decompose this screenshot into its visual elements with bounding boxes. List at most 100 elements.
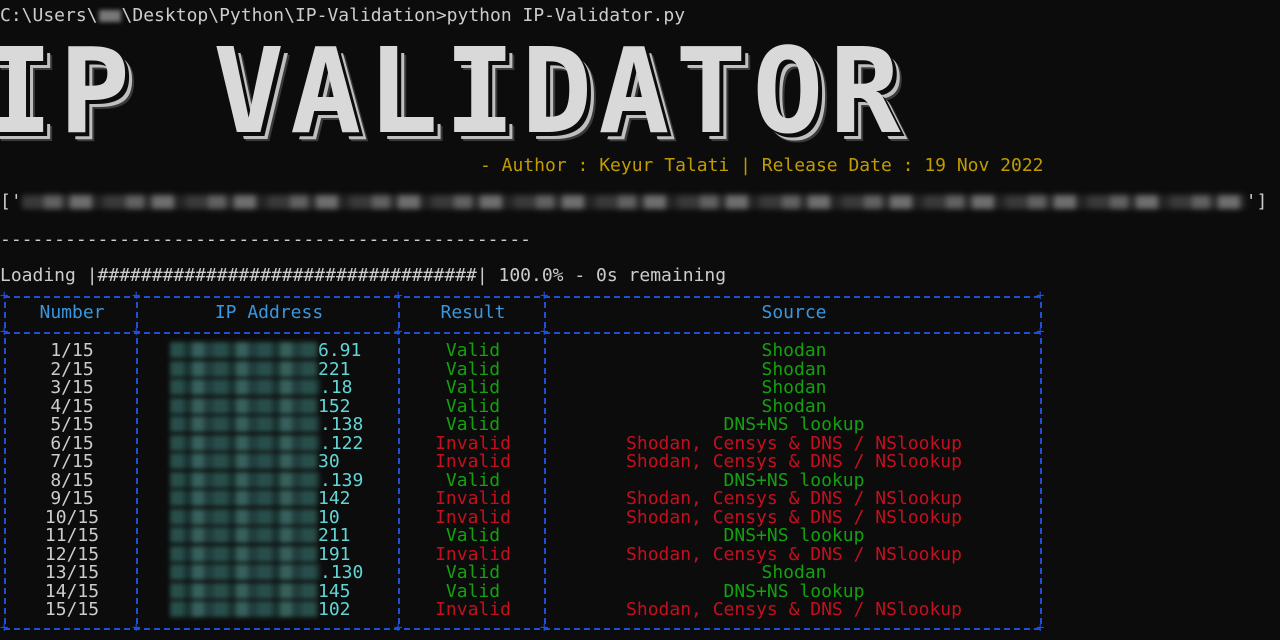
redacted-list-line: [' '] [0,192,1267,212]
cell-number: 5/15 [50,414,94,435]
list-close: '] [1245,191,1268,212]
cell-result: Invalid [435,432,511,454]
table-border-h [4,296,1040,298]
cell-number: 6/15 [50,432,94,454]
redacted-ip-prefix [170,453,318,469]
cell-result: Invalid [435,543,511,565]
cell-ip-address: 211 [170,527,395,545]
redacted-ip-prefix [170,601,318,617]
cell-number: 9/15 [50,488,94,509]
table-row: 7/15 30 Invalid Shodan, Censys & DNS / NSlo… [0,453,1044,471]
table-row: 11/15 211 Valid DNS+NS lookup [0,527,1044,545]
redacted-list-content [21,195,1246,209]
cell-source: Shodan [761,562,827,583]
cell-ip-address: 30 [170,453,395,471]
cell-source: DNS+NS lookup [723,469,865,491]
table-row: 8/15 .139 Valid DNS+NS lookup [0,469,1044,491]
ip-suffix: 102 [318,599,351,620]
cell-result: Invalid [435,599,511,620]
redacted-ip-prefix [170,360,318,377]
cell-number: 10/15 [44,506,100,528]
table-row: 10/15 10 Invalid Shodan, Censys & DNS / NSl… [0,506,1044,528]
cell-ip-address: 142 [170,490,395,508]
cell-source: Shodan, Censys & DNS / NSlookup [626,543,962,565]
redacted-ip-prefix [170,397,318,414]
table-row: 15/15 102 Invalid Shodan, Censys & DNS / NS… [0,601,1044,619]
table-border-v [1040,302,1042,328]
cell-ip-address: .138 [170,416,395,434]
cell-source: Shodan, Censys & DNS / NSlookup [626,451,962,472]
cell-number: 1/15 [50,340,94,361]
table-row: 12/15 191 Invalid Shodan, Censys & DNS / NS… [0,543,1044,565]
cell-source: DNS+NS lookup [723,525,865,546]
cell-result: Valid [445,377,501,398]
cell-source: Shodan [761,340,827,361]
cell-source: Shodan, Censys & DNS / NSlookup [626,599,962,620]
author-line: - Author : Keyur Talati | Release Date :… [480,155,1044,176]
cell-source: DNS+NS lookup [723,580,865,602]
cell-source: Shodan [761,377,827,398]
table-row: 9/15 142 Invalid Shodan, Censys & DNS / NSl… [0,490,1044,508]
header-number: Number [39,302,105,323]
redacted-ip-prefix [170,471,320,488]
redacted-ip-prefix [170,564,320,580]
cell-source: Shodan [761,358,827,380]
cell-ip-address: .122 [170,434,395,453]
cell-ip-address: 191 [170,545,395,564]
cell-result: Valid [445,358,501,380]
table-corner: + [132,288,141,304]
header-ip-address: IP Address [214,302,324,323]
cell-source: Shodan, Censys & DNS / NSlookup [626,488,962,509]
ascii-banner: IP VALIDATOR [0,22,907,160]
cell-result: Valid [445,340,501,361]
table-row: 3/15 .18 Valid Shodan [0,379,1044,397]
cell-ip-address: 221 [170,360,395,379]
cell-result: Valid [445,580,501,602]
table-corner: + [394,288,403,304]
redacted-ip-prefix [170,416,320,432]
cell-number: 15/15 [44,599,100,620]
table-row: 13/15 .130 Valid Shodan [0,564,1044,582]
cell-ip-address: .130 [170,564,395,582]
cell-ip-address: 102 [170,601,395,619]
cell-result: Invalid [435,506,511,528]
cell-number: 2/15 [50,358,94,380]
redacted-ip-prefix [170,342,318,358]
redacted-ip-prefix [170,527,318,543]
header-source: Source [761,302,827,323]
header-result: Result [440,302,506,323]
redacted-ip-prefix [170,434,320,451]
separator-dashes: ----------------------------------------… [0,229,532,250]
redacted-ip-prefix [170,379,320,395]
table-row: 6/15 .122 Invalid Shodan, Censys & DNS / NS… [0,432,1044,454]
cell-ip-address: 152 [170,397,395,416]
cell-number: 13/15 [44,562,100,583]
cell-result: Valid [445,414,501,435]
cell-ip-address: .18 [170,379,395,397]
cell-result: Invalid [435,451,511,472]
table-row: 2/15 221 Valid Shodan [0,358,1044,380]
table-border-h [4,628,1040,630]
table-corner: + [1036,288,1045,304]
table-row: 4/15 152 Valid Shodan [0,395,1044,417]
results-table: + + + + + + + + + + + + + + + Number IP Address Result Sou… [0,288,1045,638]
cell-ip-address: 10 [170,508,395,527]
table-border-h [4,332,1040,334]
cell-number: 7/15 [50,451,94,472]
table-border-v [398,302,400,328]
cell-number: 11/15 [44,525,100,546]
table-row: 14/15 145 Valid DNS+NS lookup [0,580,1044,602]
cell-ip-address: 145 [170,582,395,601]
cell-result: Valid [445,562,501,583]
cell-result: Valid [445,469,501,491]
cell-result: Valid [445,395,501,417]
cell-ip-address: .139 [170,471,395,490]
table-border-v [136,302,138,328]
cell-source: Shodan [761,395,827,417]
redacted-ip-prefix [170,508,318,525]
redacted-username [98,10,121,22]
table-corner: + [0,288,9,304]
redacted-ip-prefix [170,582,318,599]
cell-number: 8/15 [50,469,94,491]
table-border-v [544,302,546,328]
